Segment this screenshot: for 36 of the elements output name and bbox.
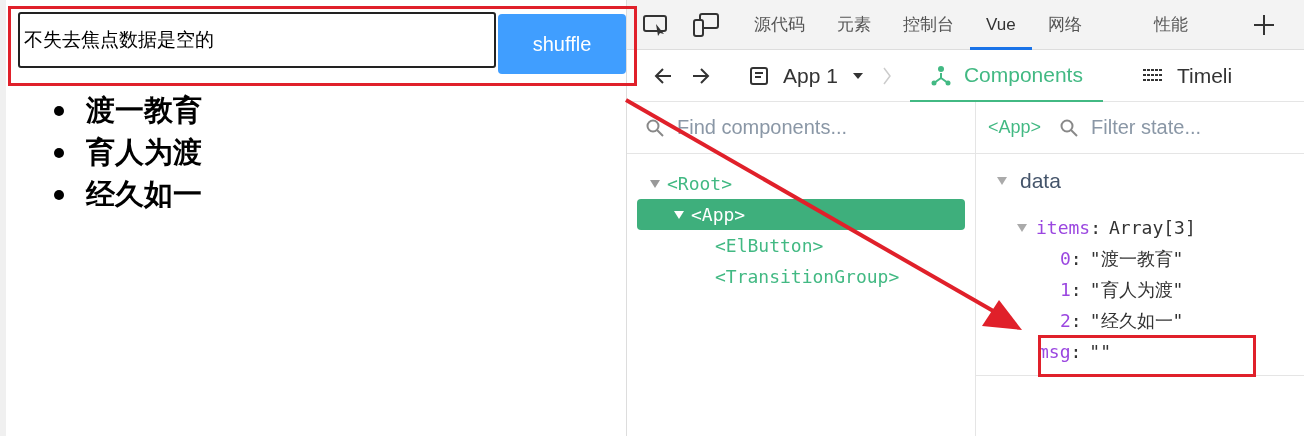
search-icon [1059,117,1080,138]
devtools-tab[interactable]: 控制台 [887,0,970,50]
search-field[interactable]: Find components... [675,115,939,140]
bullet-icon [54,106,64,116]
expand-icon[interactable] [649,178,661,189]
bullet-icon [54,148,64,158]
search-icon [645,117,665,138]
devtools-tab[interactable]: 源代码 [738,0,821,50]
list-item: 育人为渡 [86,135,202,170]
caret-icon [851,71,864,80]
state-field: 1: "育人为渡" [976,274,1304,305]
state-field: 2: "经久如一" [976,305,1304,336]
app-selector[interactable]: App 1 [749,63,864,88]
list-item: 渡一教育 [86,93,202,128]
inspect-icon[interactable] [642,12,670,37]
state-field[interactable]: items: Array[3] [976,212,1304,243]
devtools-tab[interactable]: 元素 [821,0,887,50]
devtools-tab[interactable]: Vue [970,0,1032,50]
view-tab[interactable]: Timeli [1120,49,1253,102]
text-input[interactable]: 不失去焦点数据是空的 [18,12,496,68]
devtools-tab[interactable]: 性能 [1137,0,1204,50]
bullet-icon [54,190,64,200]
expand-icon[interactable] [673,209,685,220]
add-icon[interactable] [1251,12,1276,37]
device-icon[interactable] [692,11,720,38]
back-icon[interactable] [653,66,673,85]
filter-field[interactable]: Filter state... [1089,115,1254,140]
devtools-tab[interactable]: 网络 [1031,0,1098,50]
state-field: 0: "渡一教育" [976,243,1304,274]
document-icon [749,65,769,86]
forward-icon[interactable] [691,66,711,85]
chevron-icon [881,65,892,86]
component-name: <App> [988,117,1042,138]
list-item: 经久如一 [86,177,202,212]
component-tree-icon [929,63,952,86]
section-header[interactable]: data [976,154,1304,194]
